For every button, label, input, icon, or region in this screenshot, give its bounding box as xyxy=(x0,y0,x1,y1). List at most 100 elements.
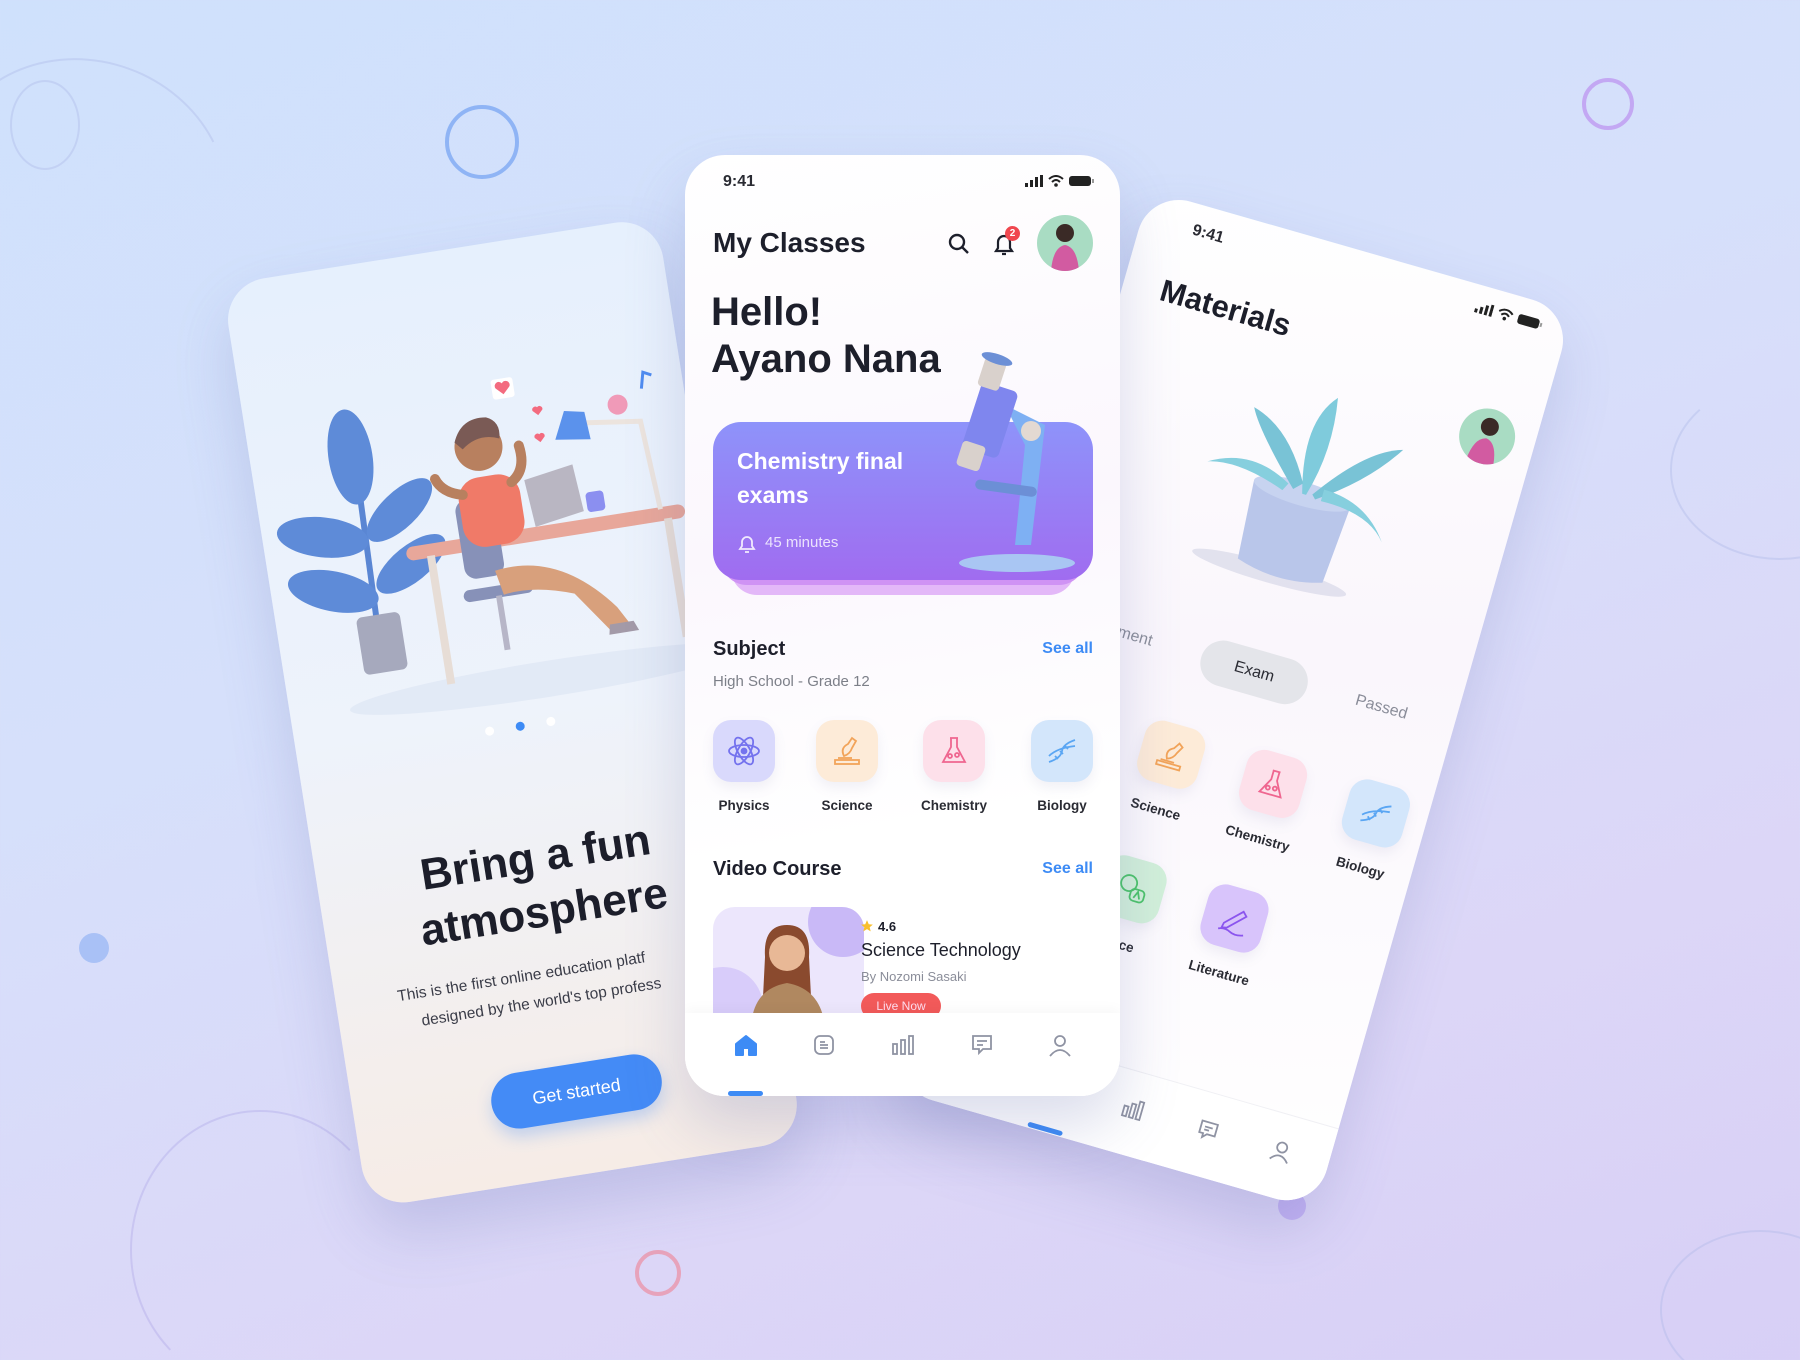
decorative-curve xyxy=(1660,1230,1800,1360)
notifications-button[interactable]: 2 xyxy=(990,226,1022,259)
star-icon xyxy=(861,920,873,932)
subject-biology-tile[interactable] xyxy=(1031,720,1093,782)
nav-active-indicator xyxy=(728,1091,763,1096)
subject-physics-tile[interactable] xyxy=(713,720,775,782)
wifi-icon xyxy=(1048,175,1064,187)
home-icon xyxy=(735,1035,757,1056)
course-rating: 4.6 xyxy=(878,919,897,934)
exam-card-title-line1: Chemistry final xyxy=(737,448,904,474)
subject-science-tile[interactable] xyxy=(816,720,878,782)
pager-dot[interactable] xyxy=(484,725,495,737)
course-title[interactable]: Science Technology xyxy=(861,940,1021,961)
decorative-curve xyxy=(10,80,80,170)
avatar-portrait xyxy=(1465,417,1499,468)
course-author: By Nozomi Sasaki xyxy=(861,969,967,984)
wifi-icon xyxy=(1498,308,1514,321)
pager-dot-active[interactable] xyxy=(515,721,526,732)
materials-title: Materials xyxy=(1156,272,1296,344)
page-title: My Classes xyxy=(713,227,866,258)
course-thumbnail[interactable] xyxy=(713,907,864,1027)
microscope-icon xyxy=(1154,742,1184,772)
dna-icon xyxy=(1360,805,1392,822)
chat-icon xyxy=(972,1035,992,1056)
subject-subtitle: High School - Grade 12 xyxy=(713,673,870,690)
notification-badge: 2 xyxy=(1005,226,1020,241)
material-literature-label: Literature xyxy=(1186,957,1251,989)
document-icon xyxy=(814,1035,834,1055)
search-icon xyxy=(948,233,969,254)
profile-icon xyxy=(1269,1141,1289,1164)
material-biology-tile[interactable] xyxy=(1337,775,1415,852)
subject-biology-label: Biology xyxy=(1037,798,1087,813)
signal-icon xyxy=(1473,304,1495,317)
subject-heading: Subject xyxy=(713,638,786,660)
material-chemistry-label: Chemistry xyxy=(1223,821,1292,855)
material-science-label: Science xyxy=(1128,794,1183,824)
decorative-ring xyxy=(1582,78,1634,130)
chart-icon xyxy=(1120,1100,1146,1122)
student-desk-illustration xyxy=(276,370,731,715)
material-chemistry-tile[interactable] xyxy=(1234,745,1312,823)
subject-physics-label: Physics xyxy=(718,798,770,813)
nav-active-indicator xyxy=(1027,1121,1064,1137)
subject-chemistry-label: Chemistry xyxy=(920,798,988,813)
status-time: 9:41 xyxy=(723,173,756,190)
nav-home[interactable] xyxy=(731,1030,761,1060)
decorative-dot xyxy=(79,933,109,963)
nav-chat[interactable] xyxy=(1189,1112,1226,1149)
greeting: Hello! xyxy=(711,290,823,334)
flask-icon xyxy=(1257,769,1282,799)
material-science-tile[interactable] xyxy=(1132,716,1210,794)
pen-icon xyxy=(1217,910,1248,937)
decorative-ring xyxy=(635,1250,681,1296)
get-started-button[interactable]: Get started xyxy=(487,1050,666,1133)
nav-documents[interactable] xyxy=(809,1030,839,1060)
user-avatar[interactable] xyxy=(1037,215,1093,271)
decorative-curve xyxy=(130,1110,390,1360)
subject-science-label: Science xyxy=(821,798,873,813)
search-button[interactable] xyxy=(945,230,973,258)
pager-dot[interactable] xyxy=(545,716,556,727)
material-biology-label: Biology xyxy=(1334,853,1387,882)
plant-illustration xyxy=(276,409,446,675)
microscope-illustration xyxy=(956,352,1075,572)
video-course-see-all-link[interactable]: See all xyxy=(1042,860,1093,878)
plant-pot-illustration xyxy=(1192,397,1404,597)
chart-icon xyxy=(892,1035,914,1055)
decorative-curve xyxy=(1670,380,1800,560)
exam-duration: 45 minutes xyxy=(765,534,839,551)
status-time: 9:41 xyxy=(1190,221,1226,247)
microscope-icon xyxy=(834,736,860,765)
signal-icon xyxy=(1025,175,1043,187)
flask-icon xyxy=(941,737,967,763)
battery-icon xyxy=(1517,314,1543,329)
avatar-portrait xyxy=(1051,224,1079,271)
instructor-photo xyxy=(751,925,825,1027)
tab-exam[interactable]: Exam xyxy=(1194,635,1314,710)
battery-icon xyxy=(1069,176,1094,186)
nav-profile[interactable] xyxy=(1263,1133,1300,1170)
status-icons xyxy=(1473,300,1545,331)
nav-stats[interactable] xyxy=(888,1030,918,1060)
nav-messages[interactable] xyxy=(967,1030,997,1060)
status-icons xyxy=(1025,175,1095,187)
video-course-heading: Video Course xyxy=(713,858,842,880)
profile-icon xyxy=(1049,1035,1071,1057)
nav-chart[interactable] xyxy=(1114,1090,1151,1127)
exam-card-title-line2: exams xyxy=(737,482,809,508)
user-name: Ayano Nana xyxy=(711,337,941,381)
pager-dots xyxy=(484,716,556,737)
subject-chemistry-tile[interactable] xyxy=(923,720,985,782)
my-classes-screen: 9:41 My Classes 2 Hello! Ayano Nana Chem… xyxy=(685,155,1120,1096)
nav-profile[interactable] xyxy=(1045,1030,1075,1060)
subject-see-all-link[interactable]: See all xyxy=(1042,640,1093,658)
dna-icon xyxy=(1048,739,1076,763)
chat-icon xyxy=(1198,1119,1220,1139)
material-literature-tile[interactable] xyxy=(1196,880,1273,957)
user-avatar[interactable] xyxy=(1452,401,1522,472)
bottom-nav xyxy=(685,1013,1120,1096)
decorative-ring xyxy=(445,105,519,179)
bell-icon xyxy=(738,536,756,553)
tab-passed[interactable]: Passed xyxy=(1340,688,1422,727)
atom-icon xyxy=(728,736,760,766)
